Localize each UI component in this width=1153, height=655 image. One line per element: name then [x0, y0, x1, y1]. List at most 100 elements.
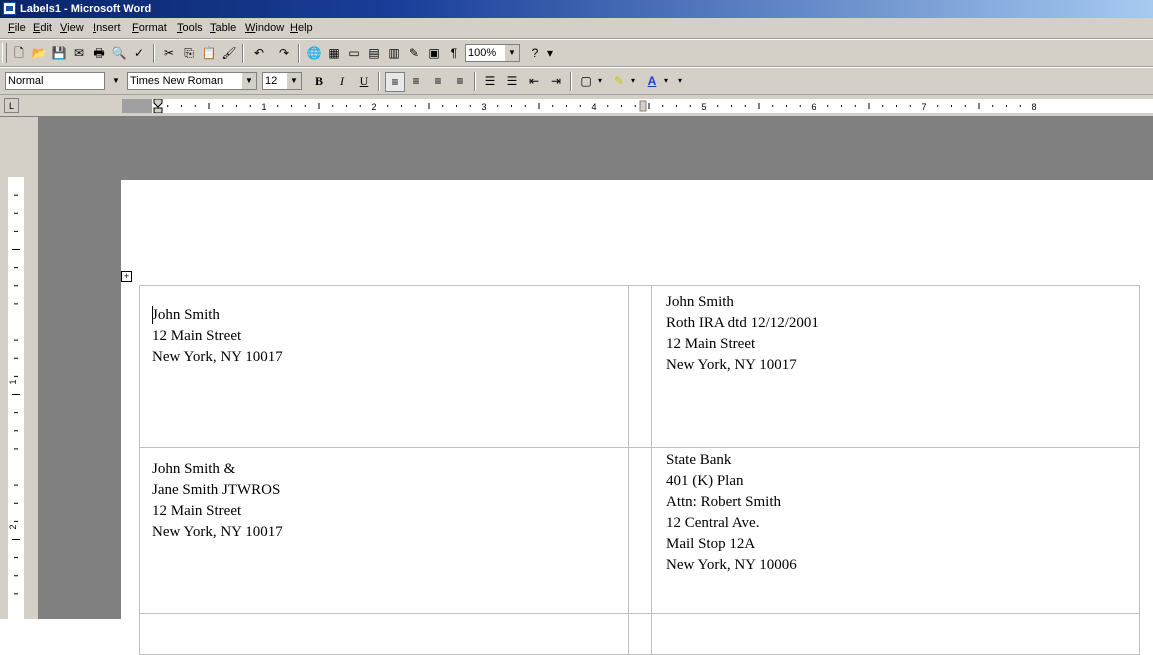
style-value: Normal	[8, 75, 44, 87]
menu-window[interactable]: Window	[245, 22, 284, 34]
label-3: John Smith & Jane Smith JTWROS 12 Main S…	[140, 448, 628, 543]
toolbar-grip[interactable]	[2, 43, 7, 63]
font-color-dropdown-icon[interactable]: ▾	[661, 72, 671, 90]
menu-table[interactable]: Table	[210, 22, 236, 34]
size-dropdown-icon[interactable]: ▼	[286, 73, 301, 89]
toolbar-separator	[298, 44, 300, 63]
justify-icon[interactable]: ≡	[451, 72, 469, 90]
menu-edit[interactable]: Edit	[33, 22, 52, 34]
size-combo[interactable]: 12 ▼	[262, 72, 302, 90]
indent-marker-icon[interactable]	[153, 98, 163, 114]
print-preview-icon[interactable]: 🔍	[110, 44, 128, 62]
tab-selector[interactable]: L	[4, 98, 19, 113]
label-cell[interactable]: John Smith & Jane Smith JTWROS 12 Main S…	[139, 447, 629, 614]
toolbar-options-icon[interactable]: ▾	[545, 44, 555, 62]
hyperlink-icon[interactable]: 🌐	[305, 44, 323, 62]
label-line: Roth IRA dtd 12/12/2001	[666, 315, 819, 331]
align-left-icon[interactable]: ≡	[385, 72, 405, 92]
toolbar-separator	[153, 44, 155, 63]
borders-dropdown-icon[interactable]: ▾	[595, 72, 605, 90]
redo-icon[interactable]: ↷	[275, 44, 293, 62]
spacer-cell[interactable]	[628, 613, 652, 655]
drawing-icon[interactable]: ✎	[405, 44, 423, 62]
spacer-cell[interactable]	[628, 447, 652, 614]
open-folder-icon[interactable]: 📂	[30, 44, 48, 62]
new-document-icon[interactable]: 🗋	[10, 44, 28, 62]
align-center-icon[interactable]: ≡	[407, 72, 425, 90]
table-row: John Smith & Jane Smith JTWROS 12 Main S…	[139, 447, 1140, 614]
style-combo[interactable]: Normal	[5, 72, 105, 90]
toolbar-options-icon[interactable]: ▾	[675, 72, 685, 90]
table-move-handle-icon[interactable]: +	[121, 271, 132, 282]
word-app-icon[interactable]	[3, 2, 16, 15]
spacer-cell[interactable]	[628, 285, 652, 448]
label-line: Attn: Robert Smith	[666, 494, 782, 510]
copy-icon[interactable]: ⎘	[180, 44, 198, 62]
column-marker-icon[interactable]	[639, 100, 647, 112]
decrease-indent-icon[interactable]: ⇤	[525, 72, 543, 90]
italic-icon[interactable]: I	[333, 72, 351, 90]
label-line: Jane Smith JTWROS	[152, 482, 281, 498]
table-row	[139, 613, 1140, 655]
label-cell[interactable]: John Smith Roth IRA dtd 12/12/2001 12 Ma…	[651, 285, 1140, 448]
increase-indent-icon[interactable]: ⇥	[547, 72, 565, 90]
ruler-margin-left	[122, 99, 152, 113]
undo-icon[interactable]: ↶	[250, 44, 268, 62]
zoom-combo[interactable]: 100% ▼	[465, 44, 520, 62]
email-icon[interactable]: ✉	[70, 44, 88, 62]
tables-borders-icon[interactable]: ▦	[325, 44, 343, 62]
bold-icon[interactable]: B	[310, 72, 328, 90]
label-cell[interactable]: John Smith 12 Main Street New York, NY 1…	[139, 285, 629, 448]
font-combo[interactable]: Times New Roman ▼	[127, 72, 257, 90]
document-page[interactable]: + John Smith 12 Main Street New York, NY…	[121, 180, 1153, 655]
format-painter-icon[interactable]: 🖌	[220, 44, 238, 62]
paste-icon[interactable]: 📋	[200, 44, 218, 62]
menu-format[interactable]: Format	[132, 22, 167, 34]
font-dropdown-icon[interactable]: ▼	[241, 73, 256, 89]
font-color-icon[interactable]: A	[643, 72, 661, 90]
horizontal-ruler[interactable]: 1 2 3 4 5 6 7 8	[122, 98, 1153, 114]
save-icon[interactable]: 💾	[50, 44, 68, 62]
label-line: 12 Main Street	[152, 503, 242, 519]
columns-icon[interactable]: ▥	[385, 44, 403, 62]
highlight-dropdown-icon[interactable]: ▾	[628, 72, 638, 90]
window-title: Labels1 - Microsoft Word	[20, 3, 152, 15]
highlight-icon[interactable]: ✎	[610, 72, 628, 90]
size-value: 12	[265, 75, 278, 87]
cut-icon[interactable]: ✂	[160, 44, 178, 62]
insert-table-icon[interactable]: ▭	[345, 44, 363, 62]
borders-icon[interactable]: ▢	[577, 72, 595, 90]
label-cell[interactable]: State Bank 401 (K) Plan Attn: Robert Smi…	[651, 447, 1140, 614]
label-line: State Bank	[666, 452, 732, 468]
spelling-icon[interactable]: ✓	[130, 44, 148, 62]
document-map-icon[interactable]: ▣	[425, 44, 443, 62]
print-icon[interactable]: 🖶	[90, 44, 108, 62]
menu-tools[interactable]: Tools	[177, 22, 203, 34]
font-value: Times New Roman	[130, 75, 224, 87]
show-hide-icon[interactable]: ¶	[445, 44, 463, 62]
menu-help[interactable]: Help	[290, 22, 313, 34]
label-cell[interactable]	[651, 613, 1140, 655]
label-2: John Smith Roth IRA dtd 12/12/2001 12 Ma…	[652, 286, 1139, 376]
ruler-number: 1	[8, 379, 18, 384]
ruler-number: 8	[1031, 102, 1036, 112]
menu-view[interactable]: View	[60, 22, 84, 34]
menu-file[interactable]: File	[8, 22, 26, 34]
zoom-dropdown-icon[interactable]: ▼	[504, 45, 519, 61]
window-titlebar[interactable]: Labels1 - Microsoft Word	[0, 0, 1153, 18]
style-dropdown-icon[interactable]: ▼	[110, 72, 122, 90]
align-right-icon[interactable]: ≡	[429, 72, 447, 90]
toolbar-separator	[242, 44, 244, 63]
underline-icon[interactable]: U	[355, 72, 373, 90]
help-icon[interactable]: ?	[526, 44, 544, 62]
numbering-icon[interactable]: ☰	[481, 72, 499, 90]
bullets-icon[interactable]: ☰	[503, 72, 521, 90]
menu-insert[interactable]: Insert	[93, 22, 121, 34]
label-line: Mail Stop 12A	[666, 536, 756, 552]
toolbar-separator	[378, 72, 380, 91]
insert-excel-icon[interactable]: ▤	[365, 44, 383, 62]
label-cell[interactable]	[139, 613, 629, 655]
vertical-ruler[interactable]: 12	[0, 117, 38, 619]
label-line: 12 Main Street	[666, 336, 756, 352]
document-workspace[interactable]: + John Smith 12 Main Street New York, NY…	[38, 117, 1153, 655]
